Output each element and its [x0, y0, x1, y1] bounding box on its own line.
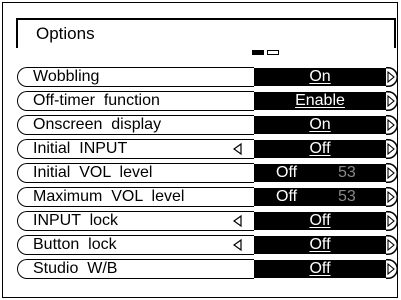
menu-row-value-text: Off	[309, 236, 331, 253]
triangle-right-icon[interactable]	[386, 67, 398, 87]
menu-row-value[interactable]: Off 53	[254, 188, 386, 206]
menu-row-value-text: On	[309, 116, 331, 133]
menu-row-value-text: Off	[276, 188, 298, 205]
menu-row-value-text: Off	[309, 260, 331, 277]
triangle-left-icon[interactable]	[231, 139, 245, 159]
menu-row-value-text: Off	[276, 164, 298, 181]
menu-row-value[interactable]: Off 53	[254, 164, 386, 182]
menu-row-value[interactable]: Off	[254, 140, 386, 158]
page-indicator	[252, 50, 279, 55]
menu-row-label: Off-timer function	[33, 92, 160, 109]
menu-row-label: Maximum VOL level	[33, 188, 185, 205]
menu-row-value[interactable]: Enable	[254, 92, 386, 110]
triangle-right-icon[interactable]	[386, 187, 398, 207]
menu-row-label: Studio W/B	[33, 260, 118, 277]
menu-row-value-number: 53	[338, 188, 356, 205]
triangle-right-icon[interactable]	[386, 115, 398, 135]
page-indicator-current	[252, 50, 264, 55]
menu-row-value-text: Enable	[295, 92, 345, 109]
menu-row-label: Initial VOL level	[33, 164, 153, 181]
menu-row-value-text: Off	[309, 212, 331, 229]
triangle-right-icon[interactable]	[386, 139, 398, 159]
triangle-left-icon[interactable]	[231, 211, 245, 231]
title-tab: Options	[16, 18, 396, 48]
menu-row-value[interactable]: Off	[254, 260, 386, 278]
triangle-right-icon[interactable]	[386, 91, 398, 111]
triangle-right-icon[interactable]	[386, 211, 398, 231]
triangle-left-icon[interactable]	[231, 235, 245, 255]
menu-row-label: Initial INPUT	[33, 140, 128, 157]
menu-row-value-number: 53	[338, 164, 356, 181]
menu-title: Options	[36, 24, 95, 43]
triangle-right-icon[interactable]	[386, 259, 398, 279]
triangle-right-icon[interactable]	[386, 235, 398, 255]
menu-row-value[interactable]: On	[254, 68, 386, 86]
menu-row-label: INPUT lock	[33, 212, 119, 229]
menu-row-value[interactable]: Off	[254, 236, 386, 254]
menu-row-value-text: On	[309, 68, 331, 85]
menu-row-label: Onscreen display	[33, 116, 162, 133]
menu-row-value[interactable]: Off	[254, 212, 386, 230]
menu-row-label: Wobbling	[33, 68, 100, 85]
page-indicator-other	[267, 50, 279, 55]
menu-row-label: Button lock	[33, 236, 117, 253]
menu-row-value-text: Off	[309, 140, 331, 157]
menu-row-value[interactable]: On	[254, 116, 386, 134]
triangle-right-icon[interactable]	[386, 163, 398, 183]
